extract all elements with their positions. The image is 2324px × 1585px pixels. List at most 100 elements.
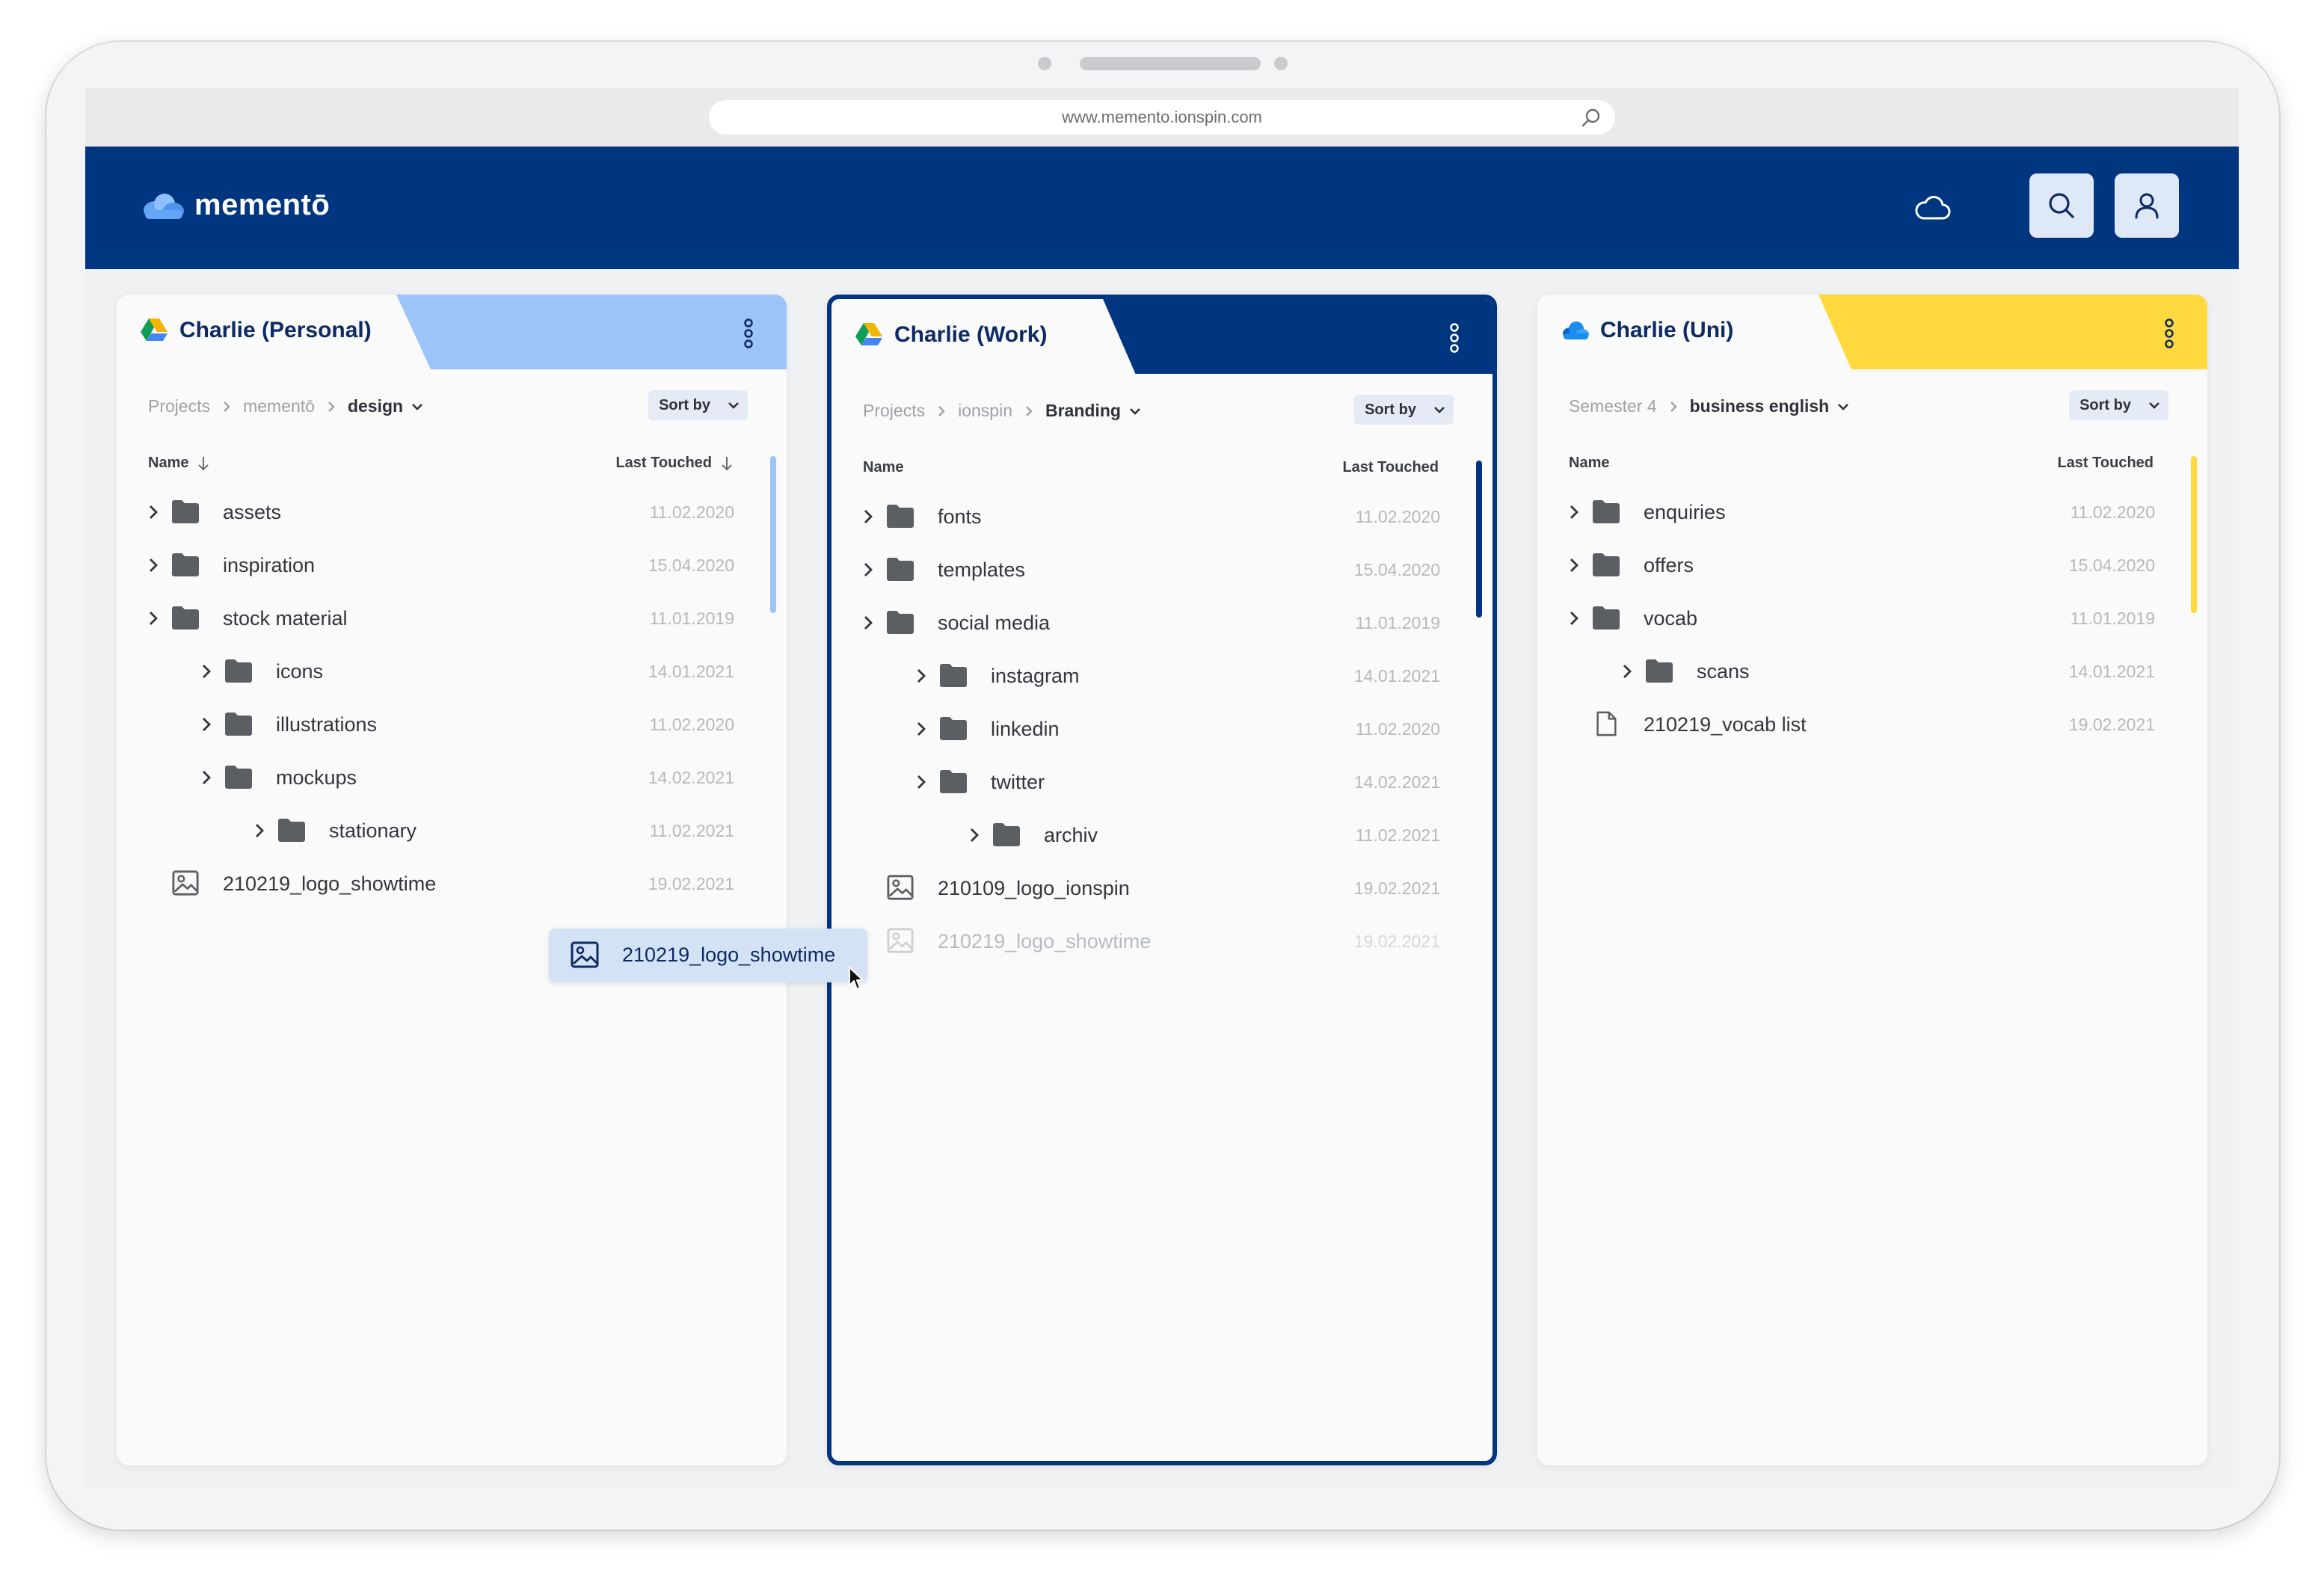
chevron-right-icon[interactable] bbox=[916, 721, 926, 737]
panel-title[interactable]: Charlie (Work) bbox=[854, 321, 1047, 348]
folder-row[interactable]: offers 15.04.2020 bbox=[1537, 539, 2207, 591]
breadcrumb-item[interactable]: Projects bbox=[148, 396, 210, 416]
search-button[interactable] bbox=[2029, 173, 2094, 238]
profile-button[interactable] bbox=[2115, 173, 2179, 238]
folder-icon bbox=[940, 770, 967, 793]
sort-by-button[interactable]: Sort by bbox=[648, 390, 748, 420]
chevron-right-icon[interactable] bbox=[1622, 663, 1632, 680]
folder-row[interactable]: twitter 14.02.2021 bbox=[831, 756, 1493, 808]
breadcrumb-item[interactable]: mementō bbox=[243, 396, 315, 416]
current-folder-dropdown[interactable]: Branding bbox=[1045, 401, 1142, 421]
item-date: 14.01.2021 bbox=[2068, 662, 2155, 681]
panel-title-text: Charlie (Personal) bbox=[179, 318, 372, 342]
folder-row[interactable]: linkedin 11.02.2020 bbox=[831, 703, 1493, 755]
folder-row[interactable]: scans 14.01.2021 bbox=[1537, 645, 2207, 698]
folder-row[interactable]: stock material 11.01.2019 bbox=[117, 592, 787, 644]
chevron-right-icon[interactable] bbox=[1569, 504, 1579, 520]
current-folder-dropdown[interactable]: business english bbox=[1690, 396, 1851, 416]
file-row[interactable]: 210219_logo_showtime 19.02.2021 bbox=[831, 915, 1493, 967]
panel-title[interactable]: Charlie (Personal) bbox=[139, 317, 372, 344]
folder-icon bbox=[940, 717, 967, 740]
current-folder-dropdown[interactable]: design bbox=[348, 396, 424, 416]
chevron-right-icon[interactable] bbox=[863, 615, 873, 631]
folder-icon bbox=[887, 558, 914, 581]
chevron-right-icon[interactable] bbox=[1569, 610, 1579, 627]
column-header-name[interactable]: Name bbox=[148, 455, 209, 472]
google-drive-icon bbox=[855, 323, 882, 345]
column-header-last-touched[interactable]: Last Touched bbox=[2057, 455, 2154, 472]
chevron-right-icon[interactable] bbox=[916, 668, 926, 684]
folder-icon bbox=[172, 553, 199, 576]
chevron-right-icon[interactable] bbox=[201, 663, 212, 680]
address-bar[interactable]: www.memento.ionspin.com bbox=[709, 100, 1615, 135]
item-name: illustrations bbox=[276, 713, 378, 736]
chevron-right-icon[interactable] bbox=[863, 561, 873, 578]
image-file-icon bbox=[172, 870, 199, 896]
folder-row[interactable]: stationary 11.02.2021 bbox=[117, 804, 787, 857]
sort-down-arrow-icon bbox=[722, 456, 732, 470]
breadcrumb-item[interactable]: ionspin bbox=[958, 401, 1012, 421]
chevron-right-icon[interactable] bbox=[254, 822, 265, 839]
chevron-right-icon[interactable] bbox=[916, 774, 926, 790]
item-date: 15.04.2020 bbox=[2068, 555, 2155, 575]
app-name: mementō bbox=[194, 188, 331, 221]
column-header-last-touched[interactable]: Last Touched bbox=[1342, 459, 1439, 476]
search-icon[interactable] bbox=[1581, 107, 1602, 128]
folder-row[interactable]: enquiries 11.02.2020 bbox=[1537, 486, 2207, 538]
file-row[interactable]: 210219_vocab list 19.02.2021 bbox=[1537, 698, 2207, 751]
more-options-icon[interactable] bbox=[2164, 318, 2174, 348]
drive-panel-personal: Charlie (Personal) Projects mementō desi… bbox=[117, 295, 787, 1465]
cloud-icon[interactable] bbox=[1913, 188, 1952, 227]
chevron-right-icon bbox=[224, 401, 230, 412]
current-folder-label: business english bbox=[1689, 396, 1830, 416]
column-header-name[interactable]: Name bbox=[1569, 455, 1609, 472]
item-name: enquiries bbox=[1644, 501, 1726, 523]
chevron-right-icon[interactable] bbox=[148, 610, 159, 627]
folder-icon bbox=[940, 664, 967, 687]
sort-down-arrow-icon bbox=[198, 456, 209, 470]
chevron-right-icon[interactable] bbox=[863, 508, 873, 525]
folder-row[interactable]: icons 14.01.2021 bbox=[117, 645, 787, 698]
folder-row[interactable]: archiv 11.02.2021 bbox=[831, 809, 1493, 861]
cloud-logo-icon bbox=[144, 193, 184, 219]
folder-row[interactable]: illustrations 11.02.2020 bbox=[117, 698, 787, 751]
column-header-name[interactable]: Name bbox=[863, 459, 903, 476]
item-name: social media bbox=[938, 612, 1051, 634]
chevron-right-icon[interactable] bbox=[201, 716, 212, 733]
file-row[interactable]: 210219_logo_showtime 19.02.2021 bbox=[117, 858, 787, 910]
chevron-right-icon[interactable] bbox=[148, 504, 159, 520]
more-options-icon[interactable] bbox=[743, 318, 754, 348]
folder-row[interactable]: vocab 11.01.2019 bbox=[1537, 592, 2207, 644]
sort-by-button[interactable]: Sort by bbox=[2069, 390, 2168, 420]
dragged-file[interactable]: 210219_logo_showtime bbox=[549, 929, 867, 982]
panel-title[interactable]: Charlie (Uni) bbox=[1560, 317, 1733, 344]
chevron-down-icon bbox=[1838, 403, 1849, 410]
current-folder-label: design bbox=[347, 396, 404, 416]
item-date: 11.02.2020 bbox=[649, 715, 734, 734]
column-header-last-touched[interactable]: Last Touched bbox=[615, 455, 733, 472]
folder-row[interactable]: instagram 14.01.2021 bbox=[831, 650, 1493, 702]
breadcrumb-item[interactable]: Projects bbox=[863, 401, 925, 421]
panel-tab-strip: Charlie (Uni) bbox=[1537, 295, 2207, 369]
chevron-right-icon[interactable] bbox=[1569, 557, 1579, 573]
item-date: 11.01.2019 bbox=[1355, 613, 1440, 633]
chevron-right-icon[interactable] bbox=[148, 557, 159, 573]
folder-row[interactable]: fonts 11.02.2020 bbox=[831, 490, 1493, 543]
folder-row[interactable]: inspiration 15.04.2020 bbox=[117, 539, 787, 591]
item-name: 210219_logo_showtime bbox=[223, 872, 437, 895]
sort-by-button[interactable]: Sort by bbox=[1354, 395, 1454, 425]
item-name: scans bbox=[1697, 660, 1750, 683]
folder-row[interactable]: assets 11.02.2020 bbox=[117, 486, 787, 538]
google-drive-icon bbox=[141, 318, 167, 341]
folder-icon bbox=[1593, 606, 1620, 630]
app-logo[interactable]: mementō bbox=[139, 188, 330, 222]
item-name: archiv bbox=[1044, 824, 1098, 846]
folder-row[interactable]: mockups 14.02.2021 bbox=[117, 751, 787, 804]
folder-row[interactable]: templates 15.04.2020 bbox=[831, 544, 1493, 596]
chevron-right-icon[interactable] bbox=[201, 769, 212, 786]
folder-row[interactable]: social media 11.01.2019 bbox=[831, 597, 1493, 649]
file-row[interactable]: 210109_logo_ionspin 19.02.2021 bbox=[831, 862, 1493, 914]
breadcrumb-item[interactable]: Semester 4 bbox=[1569, 396, 1657, 416]
more-options-icon[interactable] bbox=[1449, 323, 1460, 353]
chevron-right-icon[interactable] bbox=[969, 827, 980, 843]
